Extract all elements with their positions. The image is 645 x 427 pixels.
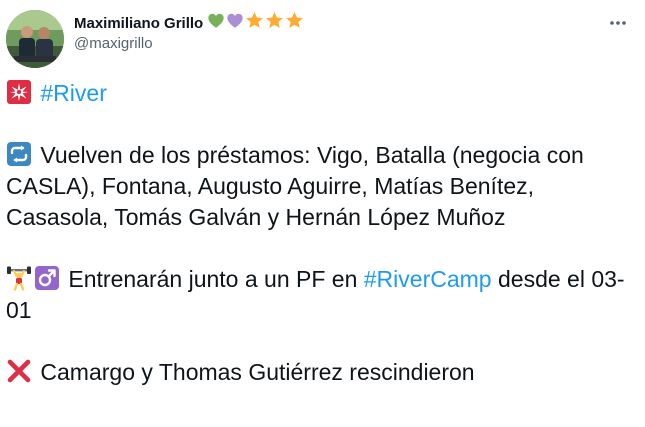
purple-heart-icon — [226, 12, 244, 35]
repeat-arrows-icon — [6, 141, 32, 167]
green-heart-icon — [207, 12, 225, 35]
tweet-text: #River Vuelven de los préstamos: Vigo, B… — [6, 78, 636, 388]
hashtag-link-river[interactable]: #River — [40, 80, 106, 106]
weightlifter-icon — [6, 265, 32, 291]
display-name[interactable]: Maximiliano Grillo — [74, 15, 203, 32]
training-text-before: Entrenarán junto a un PF en — [68, 266, 358, 292]
loans-text: Vuelven de los préstamos: Vigo, Batalla … — [6, 142, 584, 230]
tweet-card: Maximiliano Grillo @maxigrillo #River Vu… — [0, 0, 645, 427]
siren-icon — [6, 79, 32, 105]
name-row: Maximiliano Grillo — [74, 12, 304, 34]
hashtag-link-rivercamp[interactable]: #RiverCamp — [364, 266, 492, 292]
author-block: Maximiliano Grillo @maxigrillo — [74, 12, 304, 52]
star-icon — [265, 11, 284, 35]
tweet-line-hashtag: #River — [6, 78, 636, 109]
rescinded-text: Camargo y Thomas Gutiérrez rescindieron — [40, 359, 475, 385]
avatar[interactable] — [6, 10, 64, 68]
male-sign-icon — [34, 265, 60, 291]
star-icon — [285, 11, 304, 35]
more-options-button[interactable] — [605, 10, 631, 36]
tweet-line-loans: Vuelven de los préstamos: Vigo, Batalla … — [6, 140, 636, 233]
more-dots-icon — [610, 21, 626, 25]
name-badges — [207, 11, 304, 35]
star-icon — [245, 11, 264, 35]
tweet-line-training: Entrenarán junto a un PF en #RiverCamp d… — [6, 264, 636, 326]
cross-mark-icon — [6, 358, 32, 384]
user-handle[interactable]: @maxigrillo — [74, 35, 304, 52]
tweet-line-rescinded: Camargo y Thomas Gutiérrez rescindieron — [6, 357, 636, 388]
